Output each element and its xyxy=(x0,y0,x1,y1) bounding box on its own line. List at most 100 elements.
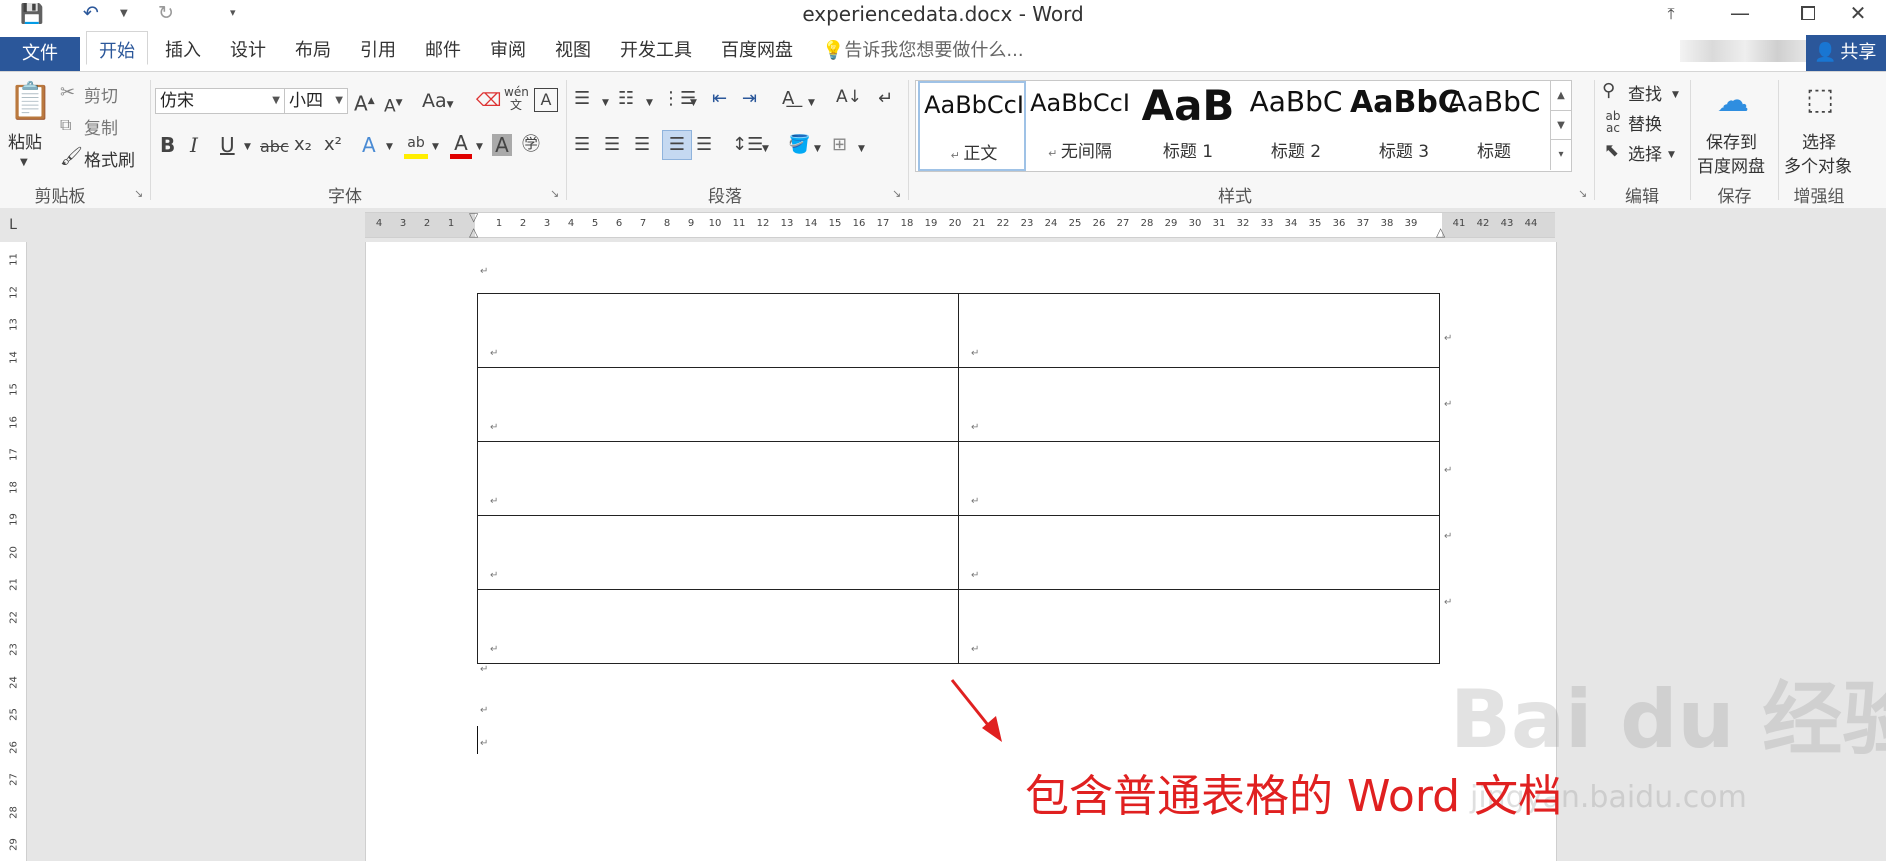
table-cell[interactable]: ↵ xyxy=(958,515,1440,590)
tab-developer[interactable]: 开发工具 xyxy=(620,36,692,62)
line-spacing-icon[interactable]: ↕☰ xyxy=(732,134,763,156)
document-table[interactable]: ↵ ↵ ↵ ↵ ↵ ↵ ↵ ↵ ↵ ↵ xyxy=(477,293,1440,664)
select-arrow-icon[interactable]: ⬉ xyxy=(1604,140,1619,162)
font-launcher-icon[interactable]: ↘ xyxy=(550,187,559,200)
tab-insert[interactable]: 插入 xyxy=(165,36,201,62)
ribbon-display-options-icon[interactable]: ⤒ xyxy=(1643,0,1699,27)
bullets-dropdown-icon[interactable]: ▼ xyxy=(602,92,609,114)
hanging-indent-marker-icon[interactable]: △ xyxy=(469,225,478,239)
share-button[interactable]: 👤 共享 xyxy=(1806,35,1886,71)
table-cell[interactable]: ↵ xyxy=(958,441,1440,516)
paste-button[interactable]: 粘贴 xyxy=(8,128,42,153)
align-right-icon[interactable]: ☰ xyxy=(634,134,650,156)
text-effects-dropdown-icon[interactable]: ▼ xyxy=(386,136,393,158)
gallery-scroll-up-icon[interactable]: ▲ xyxy=(1550,81,1571,110)
style-heading-2[interactable]: AaBbC 标题 2 xyxy=(1242,81,1350,171)
find-dropdown-icon[interactable]: ▼ xyxy=(1672,84,1679,106)
borders-icon[interactable]: ⊞ xyxy=(832,134,847,156)
font-color-icon[interactable]: A xyxy=(450,132,472,159)
tab-selector[interactable]: L xyxy=(0,208,26,242)
paste-dropdown-icon[interactable]: ▼ xyxy=(20,152,28,174)
styles-launcher-icon[interactable]: ↘ xyxy=(1578,187,1587,200)
table-cell[interactable]: ↵ xyxy=(958,293,1440,368)
restore-button[interactable]: ⧠ xyxy=(1780,0,1836,27)
strikethrough-icon[interactable]: abc xyxy=(260,136,289,158)
select-objects-line1[interactable]: 选择 xyxy=(1802,128,1836,153)
copy-button[interactable]: 复制 xyxy=(84,114,118,139)
align-center-icon[interactable]: ☰ xyxy=(604,134,620,156)
justify-icon[interactable]: ☰ xyxy=(662,130,692,160)
show-formatting-marks-icon[interactable]: ↵ xyxy=(878,88,893,110)
font-size-combo[interactable]: 小四 ▼ xyxy=(284,88,348,114)
clear-formatting-icon[interactable]: ⌫ xyxy=(476,90,501,112)
highlight-icon[interactable]: ab xyxy=(404,132,428,159)
format-painter-button[interactable]: 格式刷 xyxy=(84,146,135,171)
decrease-indent-icon[interactable]: ⇤ xyxy=(712,88,727,110)
replace-icon[interactable]: ab ac xyxy=(1602,110,1624,134)
increase-indent-icon[interactable]: ⇥ xyxy=(742,88,757,110)
style-normal[interactable]: AaBbCcI ↵ 正文 xyxy=(918,81,1026,171)
chinese-layout-dropdown-icon[interactable]: ▼ xyxy=(808,92,815,114)
baidu-cloud-icon[interactable]: ☁ xyxy=(1713,80,1753,120)
text-effects-icon[interactable]: A xyxy=(362,134,376,156)
font-name-combo[interactable]: 仿宋 ▼ xyxy=(155,88,285,114)
tab-review[interactable]: 审阅 xyxy=(490,36,526,62)
shrink-font-icon[interactable]: A▼ xyxy=(384,92,403,118)
table-cell[interactable]: ↵ xyxy=(477,293,959,368)
table-cell[interactable]: ↵ xyxy=(958,589,1440,664)
bullets-icon[interactable]: ☰ xyxy=(574,88,590,110)
shading-icon[interactable]: 🪣 xyxy=(788,134,810,156)
tab-file[interactable]: 文件 xyxy=(0,37,80,71)
underline-dropdown-icon[interactable]: ▼ xyxy=(244,136,251,158)
table-cell[interactable]: ↵ xyxy=(477,441,959,516)
underline-icon[interactable]: U xyxy=(220,134,235,156)
save-to-label-line1[interactable]: 保存到 xyxy=(1706,128,1757,153)
close-button[interactable]: ✕ xyxy=(1830,0,1886,27)
sort-icon[interactable]: A↓ xyxy=(836,86,862,108)
tell-me-search[interactable]: 💡告诉我您想要做什么... xyxy=(822,36,1024,62)
vertical-ruler[interactable]: 11 12 13 14 15 16 17 18 19 20 21 22 23 24 25 26 27 28 29 xyxy=(0,242,27,861)
select-objects-line2[interactable]: 多个对象 xyxy=(1784,152,1852,177)
select-dropdown-icon[interactable]: ▼ xyxy=(1668,144,1675,166)
multilevel-dropdown-icon[interactable]: ▼ xyxy=(690,92,697,114)
save-to-label-line2[interactable]: 百度网盘 xyxy=(1697,152,1765,177)
subscript-icon[interactable]: x₂ xyxy=(294,134,312,156)
format-painter-icon[interactable]: 🖌 xyxy=(60,146,83,168)
gallery-more-icon[interactable]: ▾ xyxy=(1550,139,1571,170)
phonetic-guide-icon[interactable]: wén 文 xyxy=(504,86,529,112)
tab-layout[interactable]: 布局 xyxy=(295,36,331,62)
grow-font-icon[interactable]: A▲ xyxy=(354,90,375,115)
select-button[interactable]: 选择 xyxy=(1628,140,1662,165)
style-no-spacing[interactable]: AaBbCcI ↵ 无间隔 xyxy=(1026,81,1134,171)
align-left-icon[interactable]: ☰ xyxy=(574,134,590,156)
enclose-characters-icon[interactable]: ㊫ xyxy=(522,134,540,156)
copy-icon[interactable]: ⧉ xyxy=(60,114,71,136)
character-shading-icon[interactable]: A xyxy=(492,134,512,156)
table-cell[interactable]: ↵ xyxy=(958,367,1440,442)
bold-icon[interactable]: B xyxy=(160,134,175,156)
select-objects-icon[interactable]: ⬚ xyxy=(1800,80,1840,120)
account-name-blurred[interactable] xyxy=(1680,40,1810,62)
style-title[interactable]: AaBbC 标题 xyxy=(1440,81,1548,171)
paragraph-launcher-icon[interactable]: ↘ xyxy=(892,187,901,200)
font-color-dropdown-icon[interactable]: ▼ xyxy=(476,136,483,158)
right-indent-marker-icon[interactable]: △ xyxy=(1436,225,1445,239)
change-case-icon[interactable]: Aa▼ xyxy=(422,90,454,116)
distributed-icon[interactable]: ☰ xyxy=(696,134,712,156)
borders-dropdown-icon[interactable]: ▼ xyxy=(858,138,865,160)
table-cell[interactable]: ↵ xyxy=(477,515,959,590)
tab-home[interactable]: 开始 xyxy=(86,31,148,65)
paste-icon[interactable]: 📋 xyxy=(8,80,53,124)
tab-references[interactable]: 引用 xyxy=(360,36,396,62)
character-border-icon[interactable]: A xyxy=(534,88,558,112)
numbering-icon[interactable]: ☷ xyxy=(618,88,634,110)
highlight-dropdown-icon[interactable]: ▼ xyxy=(432,136,439,158)
table-cell[interactable]: ↵ xyxy=(477,589,959,664)
first-line-indent-marker-icon[interactable]: ▽ xyxy=(469,210,478,224)
line-spacing-dropdown-icon[interactable]: ▼ xyxy=(762,138,769,160)
cut-icon[interactable]: ✂ xyxy=(60,82,75,104)
find-button[interactable]: 查找 xyxy=(1628,80,1662,105)
chinese-layout-icon[interactable]: A͟ xyxy=(782,88,794,110)
minimize-button[interactable]: — xyxy=(1712,0,1768,27)
tab-view[interactable]: 视图 xyxy=(555,36,591,62)
